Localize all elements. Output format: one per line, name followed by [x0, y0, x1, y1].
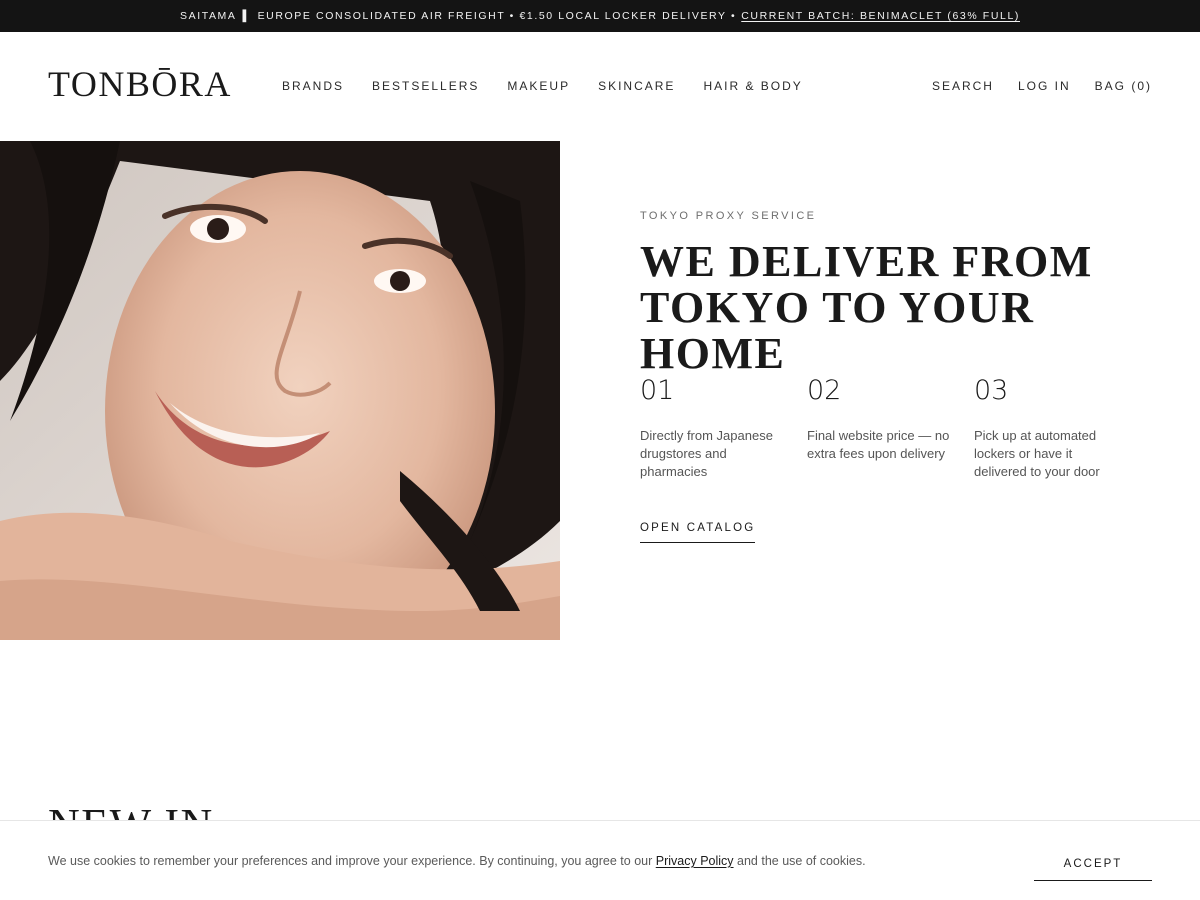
cookie-text-before: We use cookies to remember your preferen… — [48, 854, 653, 868]
announcement-text: EUROPE CONSOLIDATED AIR FREIGHT • €1.50 … — [257, 10, 737, 22]
hero-eyebrow: TOKYO PROXY SERVICE — [640, 210, 817, 222]
site-logo[interactable]: TONBŌRA — [48, 64, 232, 104]
nav-item-bestsellers[interactable]: BESTSELLERS — [372, 78, 479, 94]
step-item: 03 Pick up at automated lockers or have … — [974, 375, 1141, 481]
cookie-banner: We use cookies to remember your preferen… — [0, 820, 1200, 900]
service-steps: 01 Directly from Japanese drugstores and… — [640, 375, 1141, 481]
nav-item-skincare[interactable]: SKINCARE — [598, 78, 675, 94]
announcement-location: SAITAMA — [180, 10, 237, 22]
hero-headline-line-2: TOKYO TO YOUR HOME — [640, 283, 1035, 378]
hero-content: TOKYO PROXY SERVICE WE DELIVER FROM TOKY… — [640, 141, 1160, 640]
step-description: Pick up at automated lockers or have it … — [974, 428, 1100, 479]
header-utilities: SEARCH LOG IN BAG (0) — [908, 78, 1152, 94]
announcement-bar: SAITAMA ▌ EUROPE CONSOLIDATED AIR FREIGH… — [0, 0, 1200, 32]
privacy-policy-link[interactable]: Privacy Policy — [656, 854, 734, 868]
step-number: 01 — [640, 375, 675, 406]
cookie-message: We use cookies to remember your preferen… — [48, 854, 866, 868]
site-header: TONBŌRA BRANDS BESTSELLERS MAKEUP SKINCA… — [0, 32, 1200, 141]
cookie-text-after: and the use of cookies. — [737, 854, 866, 868]
accept-cookies-button[interactable]: ACCEPT — [1034, 847, 1152, 881]
step-number: 02 — [807, 375, 842, 406]
nav-item-hair-body[interactable]: HAIR & BODY — [703, 78, 802, 94]
hero-headline-line-1: WE DELIVER FROM — [640, 237, 1093, 286]
main-nav: BRANDS BESTSELLERS MAKEUP SKINCARE HAIR … — [282, 78, 831, 94]
open-catalog-button[interactable]: OPEN CATALOG — [640, 522, 756, 543]
hero-portrait-illustration — [0, 141, 560, 640]
nav-item-brands[interactable]: BRANDS — [282, 78, 344, 94]
step-description: Final website price — no extra fees upon… — [807, 428, 950, 461]
hero-headline: WE DELIVER FROM TOKYO TO YOUR HOME — [640, 239, 1160, 377]
announcement-separator: ▌ — [242, 10, 252, 22]
current-batch-link[interactable]: CURRENT BATCH: BENIMACLET (63% FULL) — [741, 10, 1020, 22]
bag-link[interactable]: BAG (0) — [1095, 78, 1152, 94]
search-link[interactable]: SEARCH — [932, 78, 994, 94]
hero-image — [0, 141, 560, 640]
nav-item-makeup[interactable]: MAKEUP — [507, 78, 570, 94]
step-item: 01 Directly from Japanese drugstores and… — [640, 375, 807, 481]
login-link[interactable]: LOG IN — [1018, 78, 1071, 94]
step-description: Directly from Japanese drugstores and ph… — [640, 428, 773, 479]
step-item: 02 Final website price — no extra fees u… — [807, 375, 974, 481]
step-number: 03 — [974, 375, 1009, 406]
